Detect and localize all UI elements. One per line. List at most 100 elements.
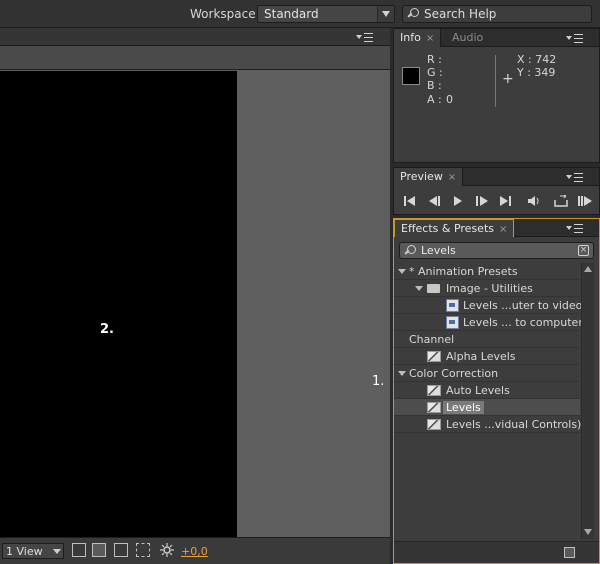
toggle-pixel-aspect-icon[interactable] bbox=[72, 543, 86, 557]
info-divider bbox=[495, 55, 496, 107]
ram-preview-icon[interactable] bbox=[578, 195, 592, 207]
last-frame-icon[interactable] bbox=[500, 195, 514, 207]
animation-preset-icon bbox=[446, 299, 459, 312]
workspace-select-value: Standard bbox=[264, 7, 319, 21]
view-layout-select[interactable]: 1 View bbox=[2, 543, 64, 559]
play-icon[interactable] bbox=[452, 195, 466, 207]
panel-menu-icon[interactable] bbox=[566, 223, 586, 233]
tree-row-effect[interactable]: Auto Levels bbox=[394, 382, 580, 399]
chevron-down-icon[interactable] bbox=[377, 6, 394, 22]
tab-preview[interactable]: Preview × bbox=[394, 168, 464, 186]
tree-row-preset[interactable]: Levels ...uter to video bbox=[394, 297, 582, 314]
effects-footer bbox=[394, 541, 599, 563]
tree-row-label: Auto Levels bbox=[446, 384, 510, 397]
crosshair-icon: + bbox=[502, 71, 514, 87]
close-icon[interactable]: × bbox=[499, 224, 507, 235]
next-frame-icon[interactable] bbox=[476, 195, 490, 207]
effect-icon bbox=[427, 351, 441, 362]
tab-preview-label: Preview bbox=[400, 170, 443, 183]
effect-icon bbox=[427, 385, 441, 396]
composition-panel: 2. 1 View +0,0 bbox=[0, 28, 390, 564]
panel-menu-icon[interactable] bbox=[566, 172, 586, 182]
color-swatch bbox=[402, 67, 420, 85]
preview-panel: Preview × bbox=[393, 167, 600, 215]
effects-tree: * Animation Presets Image - Utilities Le… bbox=[394, 263, 583, 539]
tree-row-label: Channel bbox=[409, 333, 455, 346]
tab-info-label: Info bbox=[400, 31, 421, 44]
tree-row-channel[interactable]: Channel bbox=[394, 331, 580, 348]
disclosure-triangle-icon[interactable] bbox=[398, 371, 406, 376]
tree-scrollbar[interactable] bbox=[581, 263, 594, 539]
info-tab-strip: Info × Audio bbox=[394, 29, 599, 47]
tree-row-label: Alpha Levels bbox=[446, 350, 516, 363]
chevron-down-icon[interactable] bbox=[53, 549, 61, 554]
tree-row-effect[interactable]: Levels ...vidual Controls) bbox=[394, 416, 582, 433]
annotation-marker-1: 1. bbox=[372, 374, 385, 389]
effect-icon bbox=[427, 419, 441, 430]
tree-row-effect-selected[interactable]: Levels bbox=[394, 399, 580, 416]
timeline-icon[interactable] bbox=[114, 543, 128, 557]
flowchart-icon[interactable] bbox=[136, 543, 150, 557]
search-help-input[interactable]: Search Help bbox=[402, 5, 592, 23]
workspace-label: Workspace: bbox=[190, 7, 260, 21]
effects-search-value: Levels bbox=[421, 244, 456, 257]
disclosure-triangle-icon[interactable] bbox=[398, 269, 406, 274]
new-preset-icon[interactable] bbox=[564, 547, 575, 558]
effects-tab-strip: Effects & Presets × bbox=[394, 219, 599, 237]
info-panel: Info × Audio R : G : B : A : 0 + X : 742 … bbox=[393, 28, 600, 163]
tree-row-animation-presets[interactable]: * Animation Presets bbox=[394, 263, 580, 280]
exposure-value[interactable]: +0,0 bbox=[181, 545, 208, 558]
clear-search-icon[interactable]: × bbox=[578, 245, 589, 256]
close-icon[interactable]: × bbox=[448, 172, 456, 183]
scroll-down-icon[interactable] bbox=[584, 529, 592, 535]
tree-row-color-correction[interactable]: Color Correction bbox=[394, 365, 580, 382]
tree-row-image-utilities[interactable]: Image - Utilities bbox=[394, 280, 580, 297]
search-help-placeholder: Search Help bbox=[424, 7, 497, 21]
tree-row-label: Image - Utilities bbox=[446, 282, 533, 295]
previous-frame-icon[interactable] bbox=[428, 195, 442, 207]
folder-icon bbox=[427, 284, 440, 293]
tree-row-label: Levels ...vidual Controls) bbox=[446, 418, 582, 431]
effect-icon bbox=[427, 402, 441, 413]
info-x-readout: X : 742 bbox=[517, 53, 557, 66]
tab-audio[interactable]: Audio bbox=[446, 29, 489, 47]
composition-toolbar bbox=[0, 46, 390, 70]
composition-canvas[interactable]: 2. bbox=[0, 71, 237, 537]
fast-previews-icon[interactable] bbox=[92, 543, 106, 557]
tree-row-label: Levels ... to computer bbox=[463, 316, 583, 329]
info-g-label: G : bbox=[427, 66, 443, 79]
info-r-label: R : bbox=[427, 53, 442, 66]
info-a-label: A : bbox=[427, 93, 442, 106]
tab-audio-label: Audio bbox=[452, 31, 484, 44]
tab-info[interactable]: Info × bbox=[394, 29, 442, 47]
application-top-bar: Workspace: Standard Search Help bbox=[0, 0, 600, 28]
composition-tab-bar bbox=[0, 28, 390, 46]
panel-menu-icon[interactable] bbox=[356, 32, 376, 42]
search-icon bbox=[404, 245, 416, 257]
tree-row-label: Levels bbox=[443, 401, 484, 414]
tree-row-effect[interactable]: Alpha Levels bbox=[394, 348, 580, 365]
info-y-readout: Y : 349 bbox=[517, 66, 556, 79]
animation-preset-icon bbox=[446, 316, 459, 329]
audio-icon[interactable] bbox=[527, 195, 541, 207]
workspace-select[interactable]: Standard bbox=[257, 5, 395, 23]
preview-tab-strip: Preview × bbox=[394, 168, 599, 186]
loop-icon[interactable] bbox=[554, 194, 568, 207]
tab-effects-presets-label: Effects & Presets bbox=[401, 222, 494, 235]
first-frame-icon[interactable] bbox=[404, 195, 418, 207]
exposure-icon[interactable] bbox=[160, 543, 174, 557]
tree-row-preset[interactable]: Levels ... to computer bbox=[394, 314, 583, 331]
annotation-marker-2: 2. bbox=[100, 322, 114, 337]
view-layout-value: 1 View bbox=[6, 545, 43, 558]
disclosure-triangle-icon[interactable] bbox=[415, 286, 423, 291]
tree-row-label: * Animation Presets bbox=[409, 265, 518, 278]
effects-search-input[interactable]: Levels × bbox=[399, 242, 594, 259]
composition-bottom-bar: 1 View +0,0 bbox=[0, 537, 390, 564]
search-icon bbox=[407, 8, 419, 20]
tab-effects-presets[interactable]: Effects & Presets × bbox=[394, 219, 515, 237]
effects-presets-panel: Effects & Presets × Levels × * Animation … bbox=[393, 218, 600, 564]
panel-menu-icon[interactable] bbox=[566, 33, 586, 43]
scroll-up-icon[interactable] bbox=[584, 266, 592, 272]
tree-row-label: Color Correction bbox=[409, 367, 499, 380]
close-icon[interactable]: × bbox=[426, 33, 434, 44]
